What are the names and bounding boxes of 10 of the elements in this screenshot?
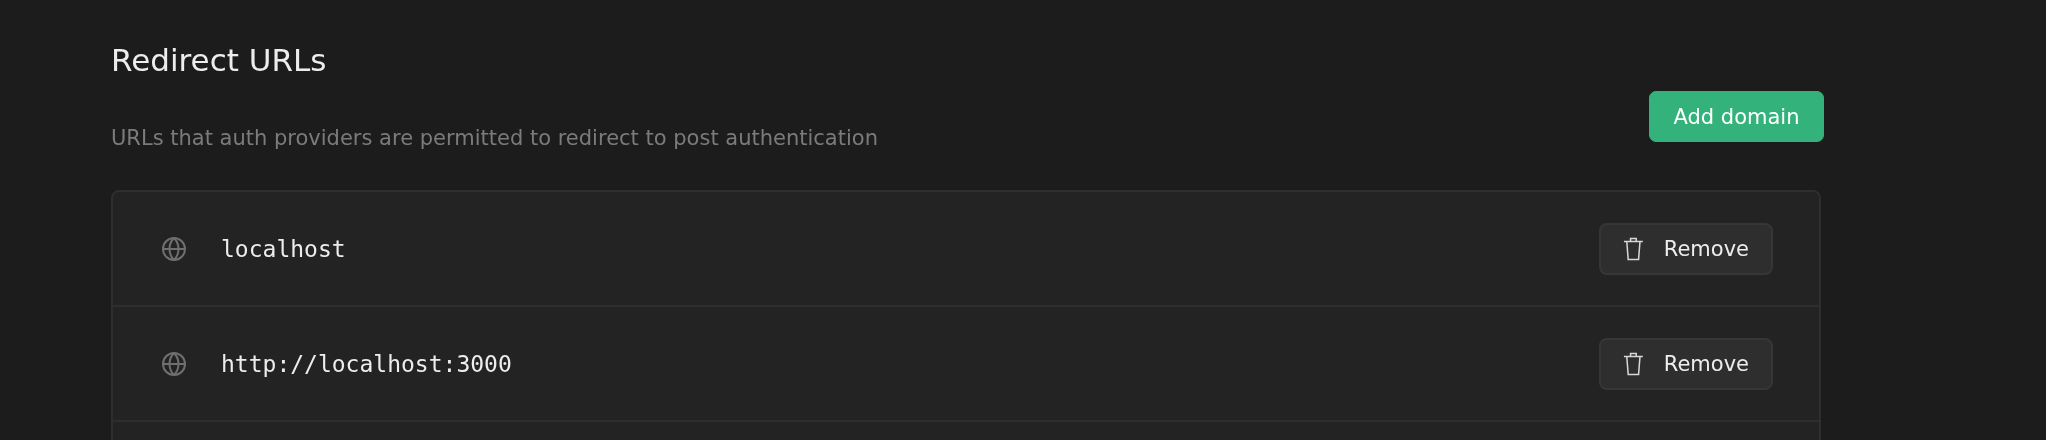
globe-icon: [161, 235, 187, 262]
globe-icon: [161, 350, 187, 377]
remove-button[interactable]: Remove: [1599, 222, 1773, 275]
trash-icon: [1623, 350, 1644, 377]
remove-button[interactable]: Remove: [1599, 337, 1773, 390]
url-text: http://localhost:3000: [221, 350, 513, 377]
url-text: localhost: [221, 235, 347, 262]
section-description: URLs that auth providers are permitted to redirect to post authentication: [111, 126, 878, 150]
section-title: Redirect URLs: [111, 41, 328, 80]
trash-icon: [1623, 235, 1644, 262]
